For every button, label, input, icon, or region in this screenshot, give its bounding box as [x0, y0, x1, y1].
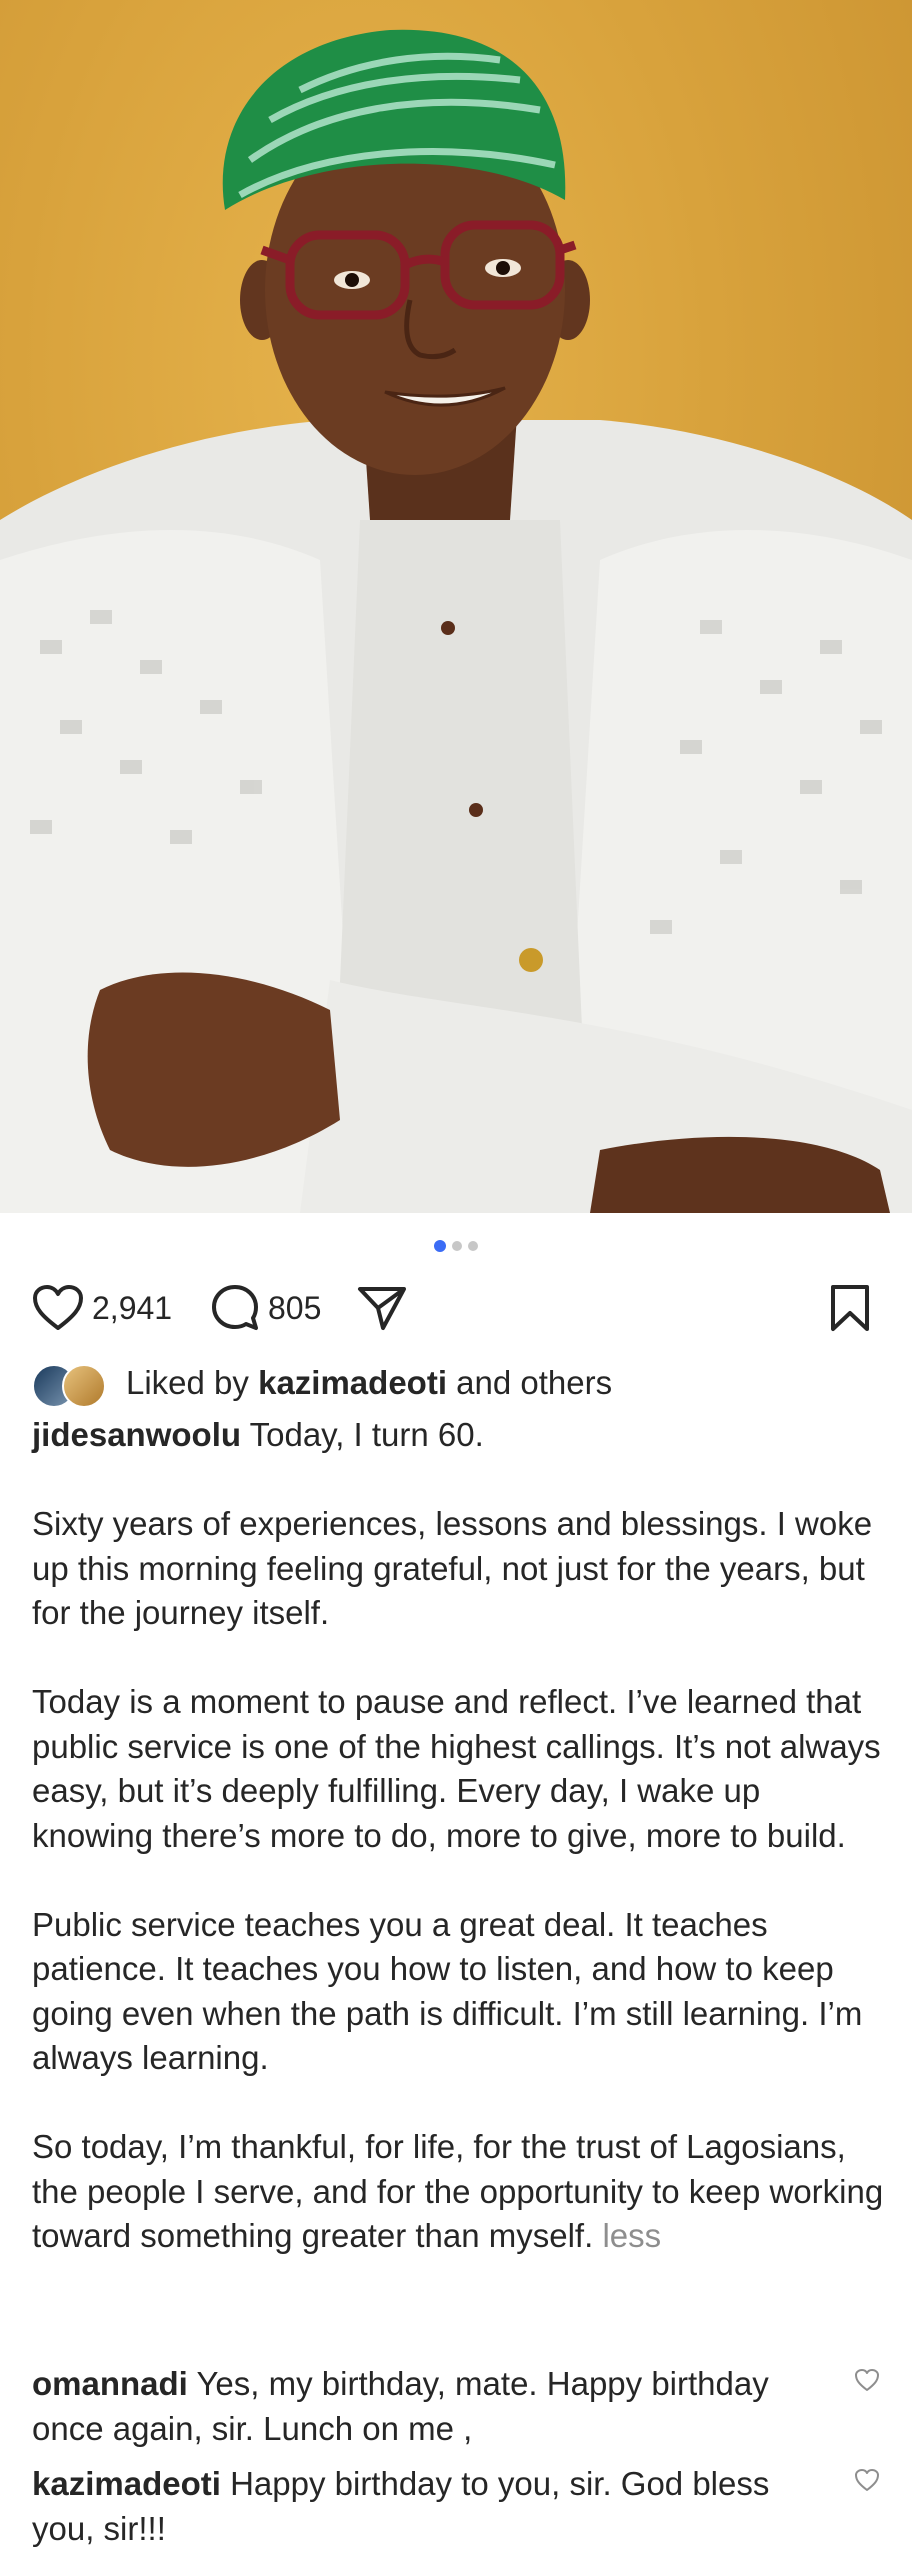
comment-like-heart-icon[interactable] — [854, 2368, 880, 2392]
share-action[interactable] — [357, 1280, 407, 1336]
comment-action[interactable]: 805 — [210, 1280, 321, 1336]
caption-first-line: Today, I turn 60. — [249, 1416, 484, 1453]
comment-bubble-icon[interactable] — [210, 1283, 260, 1333]
bookmark-icon[interactable] — [828, 1283, 872, 1333]
caption-paragraph: So today, I’m thankful, for life, for th… — [32, 2128, 884, 2254]
liked-by-username[interactable]: kazimadeoti — [258, 1364, 447, 1402]
paper-plane-icon[interactable] — [357, 1284, 407, 1332]
caption-paragraph: Public service teaches you a great deal.… — [32, 1905, 863, 2077]
carousel-indicator — [0, 1240, 912, 1252]
liked-by-suffix[interactable]: and others — [456, 1364, 612, 1402]
liked-by-row[interactable]: Liked by kazimadeoti and others — [32, 1358, 612, 1408]
comment-like-heart-icon[interactable] — [854, 2468, 880, 2492]
comment-username[interactable]: omannadi — [32, 2365, 188, 2402]
comment-username[interactable]: kazimadeoti — [32, 2465, 221, 2502]
carousel-dot — [468, 1241, 478, 1251]
carousel-dot — [452, 1241, 462, 1251]
caption-paragraph: Sixty years of experiences, lessons and … — [32, 1505, 873, 1631]
avatar — [62, 1364, 106, 1408]
comment-item: kazimadeoti Happy birthday to you, sir. … — [32, 2462, 832, 2551]
post-action-bar: 2,941 805 — [32, 1280, 880, 1336]
comment-count: 805 — [268, 1289, 322, 1326]
liker-avatars — [32, 1360, 112, 1408]
post-caption: jidesanwoolu Today, I turn 60. Sixty yea… — [32, 1413, 884, 2259]
caption-paragraph: Today is a moment to pause and reflect. … — [32, 1683, 881, 1854]
portrait-illustration — [0, 29, 912, 1213]
comment-item: omannadi Yes, my birthday, mate. Happy b… — [32, 2362, 832, 2451]
caption-less-link[interactable]: less — [602, 2217, 661, 2254]
like-count: 2,941 — [92, 1289, 173, 1326]
save-action[interactable] — [828, 1280, 872, 1336]
liked-by-prefix: Liked by — [126, 1364, 249, 1401]
caption-username[interactable]: jidesanwoolu — [32, 1416, 241, 1453]
carousel-dot-active — [434, 1240, 446, 1252]
like-action[interactable]: 2,941 — [32, 1280, 172, 1336]
post-photo[interactable] — [0, 0, 912, 1213]
heart-icon[interactable] — [32, 1284, 84, 1332]
